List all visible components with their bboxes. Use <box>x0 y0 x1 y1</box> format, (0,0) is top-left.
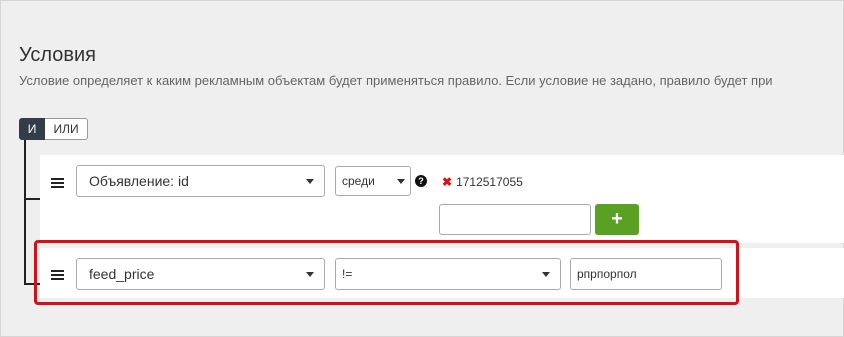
field-select-value: Объявление: id <box>89 173 189 189</box>
question-circle-icon[interactable]: ? <box>415 175 427 187</box>
or-button[interactable]: ИЛИ <box>45 118 88 140</box>
section-title: Условия <box>19 44 97 66</box>
tree-branch <box>24 198 40 200</box>
tree-line <box>24 140 26 284</box>
caret-down-icon <box>397 179 405 184</box>
value-tag: ✖ 1712517055 <box>442 175 523 189</box>
caret-down-icon <box>306 179 314 184</box>
section-subtitle: Условие определяет к каким рекламным объ… <box>19 73 773 88</box>
add-value-button[interactable]: + <box>595 204 639 235</box>
highlight-frame <box>34 240 739 305</box>
operator-select-value: среди <box>342 174 375 188</box>
new-value-input[interactable] <box>439 204 591 235</box>
drag-handle-icon[interactable] <box>51 178 64 188</box>
operator-select[interactable]: среди <box>335 166 411 196</box>
remove-x-icon[interactable]: ✖ <box>442 175 452 189</box>
logic-toggle: И ИЛИ <box>19 118 88 140</box>
value-tag-label: 1712517055 <box>456 175 523 189</box>
and-button[interactable]: И <box>19 118 45 140</box>
field-select[interactable]: Объявление: id <box>76 165 325 197</box>
